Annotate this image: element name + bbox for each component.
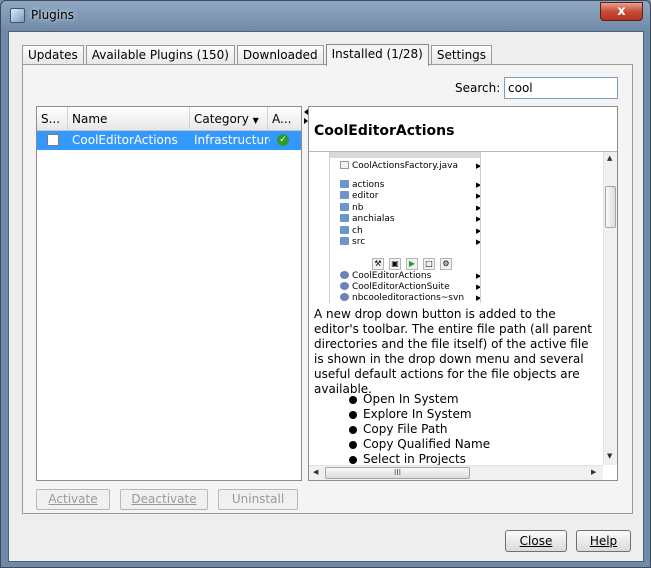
tree-node: editor (340, 190, 379, 202)
vertical-scroll-thumb[interactable] (605, 186, 616, 228)
screenshot-header-bar (330, 152, 480, 158)
plugin-screenshot: CoolActionsFactory.java ▶ actions ▶ edit… (329, 152, 481, 303)
scroll-up-icon[interactable]: ▲ (607, 154, 612, 162)
list-item: Open In System (349, 392, 490, 407)
tree-node: anchialas (340, 213, 395, 225)
column-header-select[interactable]: S... (37, 107, 68, 131)
tree-node: src (340, 236, 365, 248)
tab-available-plugins[interactable]: Available Plugins (150) (85, 45, 235, 65)
table-row[interactable]: CoolEditorActions Infrastructure ✓ (37, 131, 301, 150)
plugins-dialog: Plugins x Updates Available Plugins (150… (0, 0, 651, 568)
feature-list: Open In System Explore In System Copy Fi… (349, 392, 490, 465)
list-item: Copy Qualified Name (349, 437, 490, 452)
folder-icon (340, 180, 349, 188)
detail-horizontal-scrollbar[interactable]: ◀ III ▶ (309, 465, 603, 480)
plugin-detail-pane: CoolEditorActions CoolActionsFactory.jav… (308, 106, 618, 481)
scroll-right-icon[interactable]: ▶ (591, 468, 596, 476)
activate-button[interactable]: Activate (36, 489, 110, 510)
plugins-table: S... Name Category ▼ A... CoolEditorActi… (36, 106, 302, 481)
folder-icon (340, 214, 349, 222)
close-button[interactable]: Close (505, 530, 567, 552)
package-icon (340, 271, 349, 279)
column-header-category[interactable]: Category ▼ (190, 107, 268, 131)
submenu-arrow-icon: ▶ (476, 238, 481, 246)
run-icon: ▶ (406, 258, 418, 270)
deactivate-button[interactable]: Deactivate (120, 489, 208, 510)
window-close-button[interactable]: x (600, 2, 643, 21)
tab-downloaded[interactable]: Downloaded (236, 45, 324, 65)
row-category: Infrastructure (194, 133, 270, 147)
detail-title: CoolEditorActions (314, 123, 455, 139)
search-input[interactable] (504, 77, 618, 99)
tool-icon: ▣ (389, 258, 401, 270)
folder-icon (340, 226, 349, 234)
list-item: Copy File Path (349, 422, 490, 437)
installed-panel: Search: S... Name Category ▼ A... CoolEd… (22, 64, 633, 514)
uninstall-button[interactable]: Uninstall (218, 489, 298, 510)
scroll-left-icon[interactable]: ◀ (313, 468, 318, 476)
row-select-checkbox[interactable] (47, 134, 59, 146)
plugin-description: A new drop down button is added to the e… (314, 307, 592, 396)
row-name: CoolEditorActions (72, 133, 178, 147)
window-title: Plugins (31, 8, 74, 22)
submenu-arrow-icon: ▶ (476, 294, 481, 302)
folder-icon (340, 237, 349, 245)
horizontal-scroll-thumb[interactable]: III (325, 467, 470, 479)
detail-vertical-scrollbar[interactable]: ▲ ▼ (603, 152, 617, 465)
column-header-active[interactable]: A... (268, 107, 301, 131)
column-header-name[interactable]: Name (68, 107, 190, 131)
screenshot-toolbar: ⚒ ▣ ▶ □ ⚙ (372, 255, 472, 270)
column-header-category-label: Category (194, 112, 249, 126)
submenu-arrow-icon: ▶ (476, 192, 481, 200)
tree-node: nbcooleditoractions~svn (340, 292, 464, 303)
search-label: Search: (455, 81, 501, 95)
dialog-client: Updates Available Plugins (150) Download… (8, 31, 644, 562)
tool-icon: ⚙ (440, 258, 452, 270)
package-icon (340, 293, 349, 301)
table-header: S... Name Category ▼ A... (37, 107, 301, 131)
submenu-arrow-icon: ▶ (476, 215, 481, 223)
sort-descending-icon: ▼ (252, 116, 259, 125)
tool-icon: □ (423, 258, 435, 270)
tool-icon: ⚒ (372, 258, 384, 270)
package-icon (340, 282, 349, 290)
tab-updates[interactable]: Updates (22, 45, 84, 65)
tab-installed[interactable]: Installed (1/28) (325, 44, 429, 66)
title-bar[interactable]: Plugins x (1, 1, 650, 31)
tree-node: CoolActionsFactory.java (340, 160, 458, 172)
tab-strip: Updates Available Plugins (150) Download… (22, 43, 494, 66)
help-button[interactable]: Help (576, 530, 631, 552)
submenu-arrow-icon: ▶ (476, 162, 481, 170)
folder-icon (340, 203, 349, 211)
detail-body: CoolActionsFactory.java ▶ actions ▶ edit… (309, 152, 603, 465)
list-item: Select in Projects (349, 452, 490, 465)
active-check-icon: ✓ (277, 134, 289, 146)
netbeans-cube-icon (10, 8, 25, 23)
java-file-icon (340, 161, 349, 169)
list-item: Explore In System (349, 407, 490, 422)
tab-settings[interactable]: Settings (430, 45, 493, 65)
scroll-down-icon[interactable]: ▼ (607, 452, 612, 460)
folder-icon (340, 191, 349, 199)
